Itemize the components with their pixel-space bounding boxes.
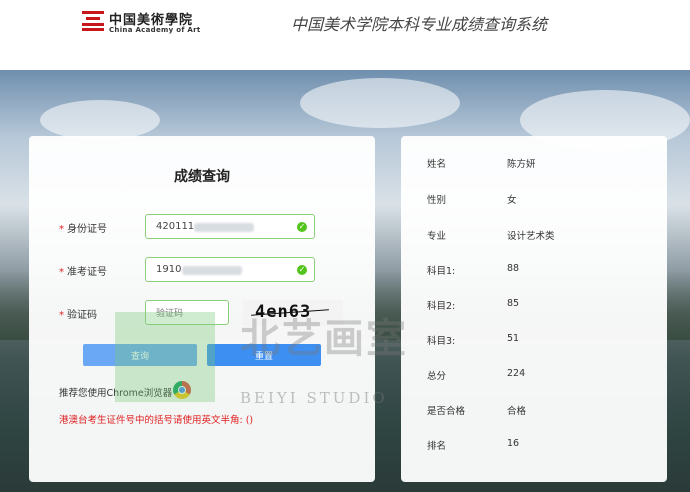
id-number-label: * 身份证号 xyxy=(59,224,107,235)
watermark-text: 北艺画室 xyxy=(240,316,408,362)
exam-number-input[interactable]: 1910 ✓ xyxy=(145,257,315,282)
captcha-label: * 验证码 xyxy=(59,310,97,321)
exam-number-label: * 准考证号 xyxy=(59,267,107,278)
page-title: 中国美术学院本科专业成绩查询系统 xyxy=(291,15,548,34)
site-header: 中国美術學院 China Academy of Art 中国美术学院本科专业成绩… xyxy=(0,0,690,70)
id-number-input[interactable]: 420111 ✓ xyxy=(145,214,315,239)
valid-check-icon: ✓ xyxy=(297,265,307,275)
academy-emblem-icon xyxy=(82,11,104,31)
watermark-subtext: BEIYI STUDIO xyxy=(240,389,388,407)
redacted-value xyxy=(182,266,242,275)
valid-check-icon: ✓ xyxy=(297,222,307,232)
result-panel: 姓名 陈方妍 性别女 专业 设计艺术类 科目1: 88 科目2: 85 科目3: 51 总… xyxy=(401,136,667,482)
watermark-logo xyxy=(115,312,215,402)
hk-macau-taiwan-tip: 港澳台考生证件号中的括号请使用英文半角: () xyxy=(59,415,254,426)
redacted-value xyxy=(194,223,254,232)
academy-logo[interactable]: 中国美術學院 China Academy of Art xyxy=(82,8,222,36)
logo-english-name: China Academy of Art xyxy=(109,26,201,34)
form-title: 成绩查询 xyxy=(174,169,230,185)
